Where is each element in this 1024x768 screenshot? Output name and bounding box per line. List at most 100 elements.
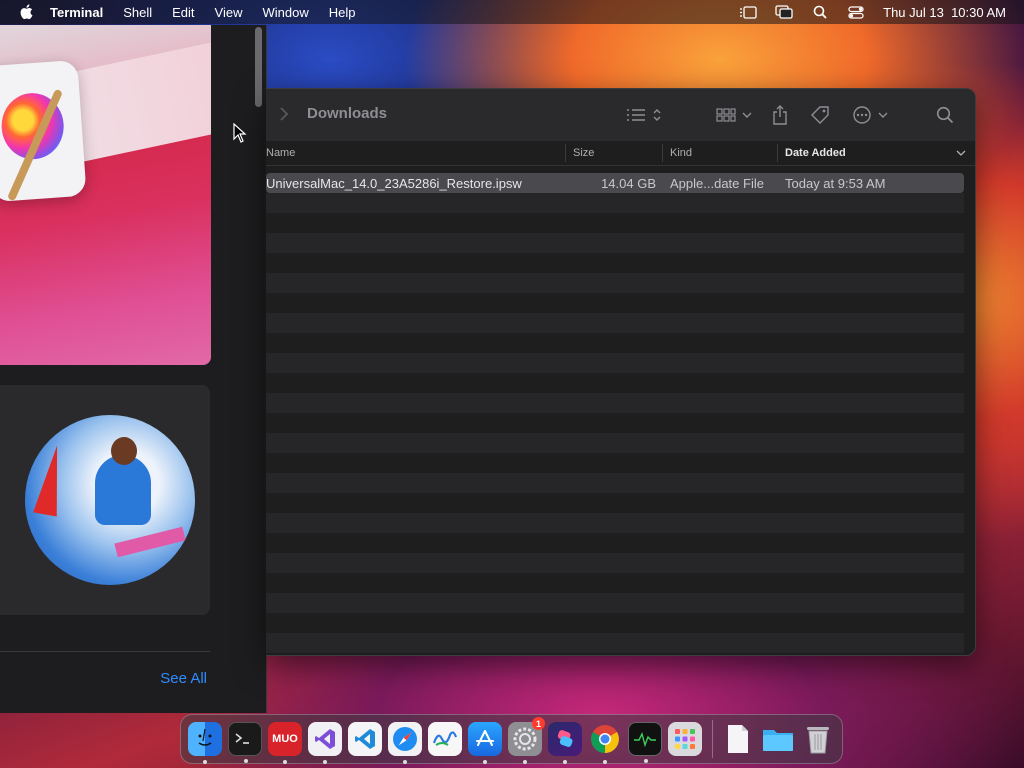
running-indicator [563, 760, 567, 764]
column-header-kind[interactable]: Kind [670, 147, 692, 159]
tags-button[interactable] [810, 103, 830, 127]
dock-separator [712, 720, 713, 758]
visual-studio-icon[interactable] [308, 722, 342, 764]
mouse-cursor-icon [233, 122, 247, 143]
file-date-added: Today at 9:53 AM [785, 176, 886, 191]
stripe-graphic [114, 526, 186, 558]
menu-window[interactable]: Window [263, 5, 309, 20]
featured-app-card[interactable] [0, 25, 211, 365]
launchpad-icon[interactable] [668, 722, 702, 756]
menu-edit[interactable]: Edit [172, 5, 194, 20]
empty-row [266, 633, 964, 653]
running-indicator [403, 760, 407, 764]
feature-story-card[interactable] [0, 385, 210, 615]
file-kind: Apple...date File [670, 176, 764, 191]
app-store-panel: See All [0, 25, 267, 713]
freeform-icon[interactable] [428, 722, 462, 756]
system-settings-icon[interactable]: 1 [508, 717, 545, 764]
file-name: UniversalMac_14.0_23A5286i_Restore.ipsw [266, 176, 522, 191]
empty-row [266, 233, 964, 253]
menu-bar-clock[interactable]: Thu Jul 13 10:30 AM [883, 5, 1006, 20]
notification-badge: 1 [532, 717, 545, 730]
column-separator[interactable] [662, 144, 663, 162]
person-head-graphic [111, 437, 137, 465]
running-indicator [323, 760, 327, 764]
list-view-icon [627, 109, 645, 121]
sort-descending-chevron-icon[interactable] [956, 150, 966, 157]
app-store-icon[interactable] [468, 722, 502, 764]
finder-toolbar: Downloads [266, 89, 975, 142]
running-indicator [483, 760, 487, 764]
menu-app-name[interactable]: Terminal [50, 5, 103, 20]
muo-label: MUO [272, 733, 298, 745]
search-button[interactable] [936, 103, 954, 127]
empty-row [266, 193, 964, 213]
empty-row [266, 433, 964, 453]
document-icon[interactable] [721, 722, 755, 756]
more-actions-button[interactable] [852, 103, 888, 127]
vertical-scrollbar[interactable] [255, 27, 262, 107]
safari-icon[interactable] [388, 722, 422, 764]
chevron-down-icon [742, 112, 752, 118]
column-header-size[interactable]: Size [573, 147, 594, 159]
chrome-icon[interactable] [588, 722, 622, 764]
empty-row [266, 553, 964, 573]
menu-help[interactable]: Help [329, 5, 356, 20]
finder-icon[interactable] [188, 722, 222, 764]
finder-window: Downloads Name Size Kind Date Added Univ… [266, 88, 976, 656]
running-indicator [203, 760, 207, 764]
forward-chevron-icon[interactable] [276, 105, 292, 123]
shortcuts-icon[interactable] [548, 722, 582, 764]
empty-row [266, 513, 964, 533]
folder-icon[interactable] [761, 722, 795, 756]
column-separator[interactable] [565, 144, 566, 162]
window-title: Downloads [307, 105, 388, 122]
screen-mirroring-icon[interactable] [775, 5, 793, 19]
terminal-icon[interactable] [228, 722, 262, 763]
empty-row [266, 273, 964, 293]
file-row[interactable]: UniversalMac_14.0_23A5286i_Restore.ipsw … [266, 173, 964, 193]
muo-icon[interactable]: MUO [268, 722, 302, 764]
tag-icon [811, 106, 829, 124]
spotlight-search-icon[interactable] [811, 5, 829, 19]
column-header-row: Name Size Kind Date Added [266, 141, 975, 166]
control-center-icon[interactable] [847, 5, 865, 19]
running-indicator [644, 759, 648, 763]
group-by-button[interactable] [716, 103, 752, 127]
running-indicator [523, 760, 527, 764]
apple-menu-icon[interactable] [16, 2, 36, 22]
empty-row [266, 393, 964, 413]
up-down-chevron-icon [653, 109, 661, 121]
share-button[interactable] [772, 103, 788, 127]
file-size: 14.04 GB [601, 176, 656, 191]
chevron-down-icon [878, 112, 888, 118]
empty-row [266, 593, 964, 613]
column-header-name[interactable]: Name [266, 147, 295, 159]
column-separator[interactable] [777, 144, 778, 162]
empty-row [266, 473, 964, 493]
vscode-icon[interactable] [348, 722, 382, 756]
menu-bar: Terminal Shell Edit View Window Help Thu… [0, 0, 1024, 24]
search-icon [936, 106, 954, 124]
dock: MUO 1 [180, 714, 843, 764]
share-icon [773, 105, 787, 125]
pixelmator-app-icon [0, 59, 87, 203]
stage-manager-icon[interactable] [739, 5, 757, 19]
see-all-link[interactable]: See All [160, 670, 207, 687]
running-indicator [244, 759, 248, 763]
person-body-graphic [95, 455, 151, 525]
running-indicator [283, 760, 287, 764]
menu-view[interactable]: View [215, 5, 243, 20]
running-indicator [603, 760, 607, 764]
view-as-list-button[interactable] [626, 103, 662, 127]
empty-row [266, 313, 964, 333]
red-flag-graphic [33, 443, 69, 517]
grid-group-icon [716, 108, 736, 122]
trash-icon[interactable] [801, 722, 835, 756]
activity-monitor-icon[interactable] [628, 722, 662, 763]
feature-illustration [25, 415, 195, 585]
section-divider [0, 651, 210, 652]
column-header-date-added[interactable]: Date Added [785, 147, 846, 159]
menu-shell[interactable]: Shell [123, 5, 152, 20]
empty-row [266, 353, 964, 373]
